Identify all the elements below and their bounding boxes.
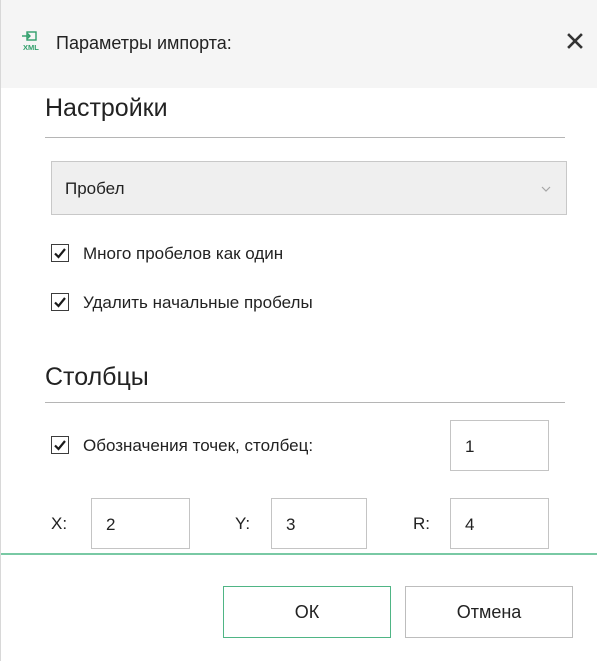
checkbox-box bbox=[51, 436, 69, 454]
point-names-column-value: 1 bbox=[465, 437, 475, 456]
xml-import-icon: XML bbox=[21, 31, 43, 53]
columns-heading: Столбцы bbox=[45, 363, 149, 391]
checkbox-box bbox=[51, 244, 69, 262]
r-column-label: R: bbox=[413, 514, 430, 533]
import-parameters-dialog: XML Параметры импорта: Настройки Пробел bbox=[0, 0, 597, 661]
columns-divider bbox=[45, 402, 565, 403]
y-column-value: 3 bbox=[286, 515, 296, 534]
x-column-input[interactable]: 2 bbox=[91, 498, 190, 549]
y-column-label: Y: bbox=[235, 514, 251, 533]
checkmark-icon bbox=[54, 297, 66, 308]
footer-divider bbox=[1, 553, 597, 555]
ok-button[interactable]: ОК bbox=[223, 586, 391, 638]
xml-icon-caption: XML bbox=[23, 43, 39, 52]
many-spaces-as-one-label: Много пробелов как один bbox=[83, 244, 284, 263]
close-button[interactable] bbox=[561, 30, 589, 56]
x-column-value: 2 bbox=[106, 515, 116, 534]
y-column-input[interactable]: 3 bbox=[271, 498, 367, 549]
settings-divider bbox=[45, 137, 565, 138]
title-bar: XML Параметры импорта: bbox=[1, 0, 597, 88]
cancel-button[interactable]: Отмена bbox=[405, 586, 573, 638]
separator-dropdown[interactable]: Пробел bbox=[51, 161, 567, 215]
x-column-label: X: bbox=[51, 514, 68, 533]
checkmark-icon bbox=[54, 440, 66, 451]
point-names-column-input[interactable]: 1 bbox=[450, 420, 549, 471]
dialog-title: Параметры импорта: bbox=[56, 33, 232, 53]
close-icon bbox=[567, 32, 583, 54]
checkbox-box bbox=[51, 293, 69, 311]
checkmark-icon bbox=[54, 248, 66, 259]
point-names-column-label: Обозначения точек, столбец: bbox=[83, 436, 314, 455]
separator-dropdown-value: Пробел bbox=[65, 179, 125, 198]
trim-leading-spaces-label: Удалить начальные пробелы bbox=[83, 293, 313, 312]
chevron-down-icon bbox=[540, 182, 552, 194]
settings-heading: Настройки bbox=[45, 94, 168, 122]
r-column-input[interactable]: 4 bbox=[450, 498, 549, 549]
r-column-value: 4 bbox=[465, 515, 475, 534]
